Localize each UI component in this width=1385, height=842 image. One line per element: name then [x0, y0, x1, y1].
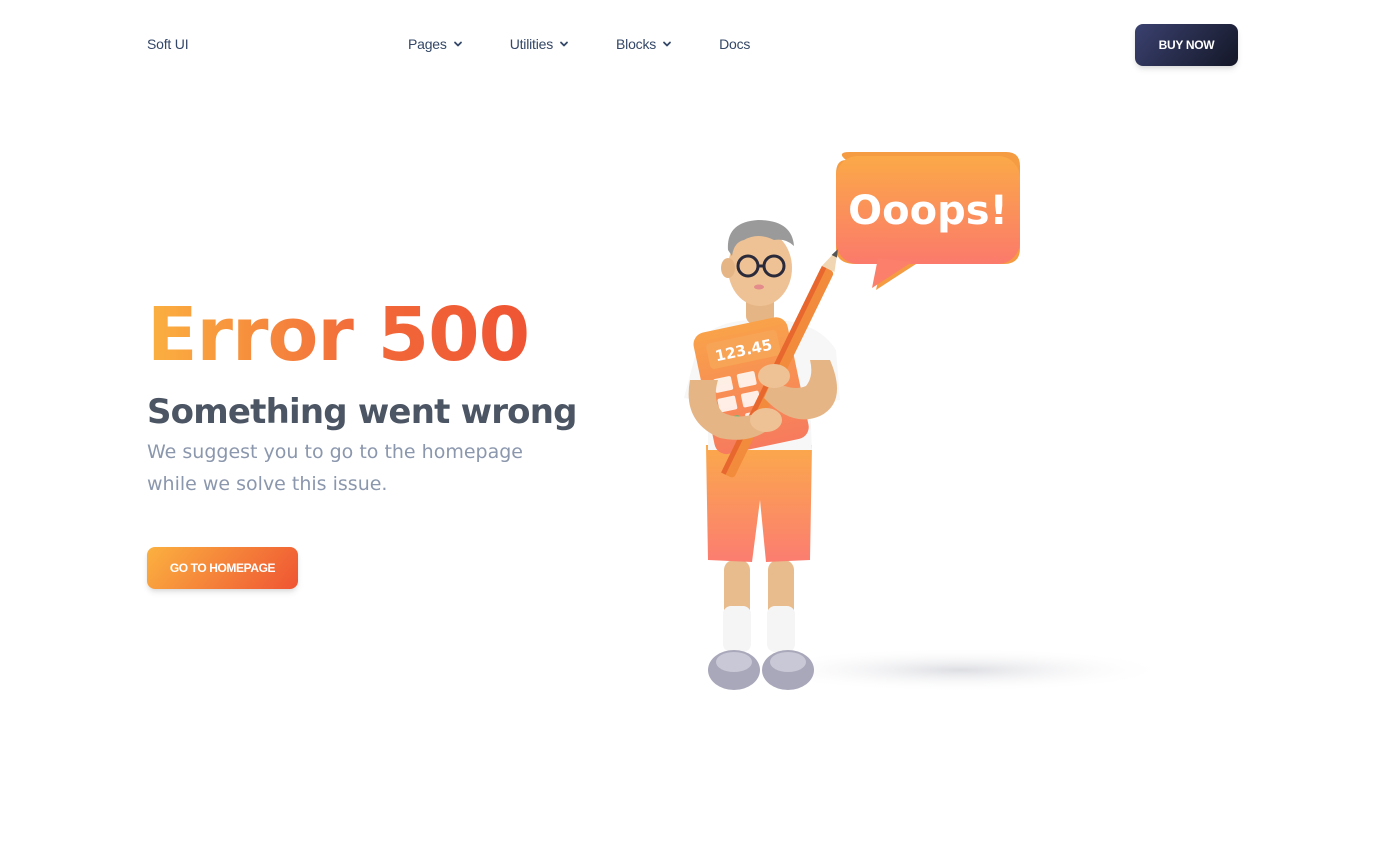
nav-item-pages[interactable]: Pages	[408, 36, 463, 52]
nav-item-label: Utilities	[509, 36, 554, 52]
bubble-text: Ooops!	[848, 188, 1008, 234]
error-illustration: Ooops! 123.45	[660, 140, 1180, 700]
error-description: We suggest you to go to the homepage whi…	[147, 441, 523, 495]
go-to-homepage-button[interactable]: GO TO HOMEPAGE	[147, 547, 298, 589]
chevron-down-icon	[662, 39, 672, 49]
hero-content: Error 500 Something went wrong We sugges…	[147, 290, 607, 500]
nav-item-label: Pages	[408, 36, 447, 52]
nav-links: Pages Utilities Blocks Docs	[408, 36, 750, 52]
chevron-down-icon	[559, 39, 569, 49]
brand-link[interactable]: Soft UI	[147, 36, 189, 52]
chevron-down-icon	[453, 39, 463, 49]
nav-item-label: Blocks	[616, 36, 657, 52]
person-with-calculator-and-pencil-illustration: Ooops! 123.45	[684, 152, 1170, 692]
nav-item-label: Docs	[719, 36, 751, 52]
error-subtitle: Something went wrong	[147, 392, 577, 432]
navbar: Soft UI Pages Utilities Blocks Docs BUY …	[0, 0, 1385, 90]
speech-bubble: Ooops!	[836, 152, 1020, 290]
nav-item-blocks[interactable]: Blocks	[616, 36, 672, 52]
buy-now-button[interactable]: BUY NOW	[1135, 24, 1238, 66]
nav-item-docs[interactable]: Docs	[719, 36, 750, 52]
error-title: Error 500	[147, 292, 530, 378]
nav-item-utilities[interactable]: Utilities	[510, 36, 569, 52]
